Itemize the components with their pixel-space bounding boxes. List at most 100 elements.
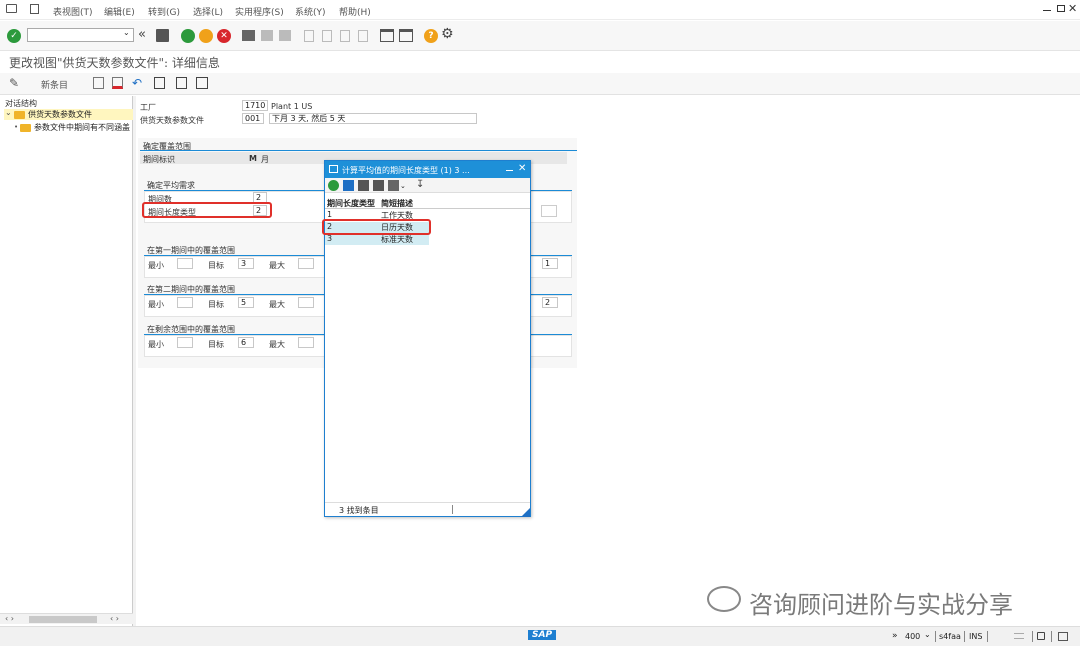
rest-target-field[interactable]: 6 [238,337,254,348]
first-target-field[interactable]: 3 [238,258,254,269]
status-divider [1051,631,1052,642]
wechat-logo-icon [707,586,741,612]
menu-goto[interactable]: 转到(G) [148,5,180,18]
second-min-field[interactable] [177,297,193,308]
create-session-icon[interactable] [380,29,394,42]
select-all-icon[interactable] [196,77,208,89]
plant-field[interactable]: 1710 [242,100,268,111]
rest-min-field[interactable] [177,337,193,348]
profile-description-field[interactable]: 下月 3 天, 然后 5 天 [269,113,477,124]
exit-icon[interactable] [199,29,213,43]
period-id-value[interactable]: M [249,154,257,163]
delete-icon[interactable] [112,77,123,89]
dialog-toolbar: ⌄ ↧ [325,178,530,193]
enter-check-icon[interactable]: ✓ [7,29,21,43]
entries-found-count: 3 找到条目 [339,506,379,515]
dialog-close-icon[interactable]: ✕ [518,163,526,174]
back-icon[interactable] [181,29,195,43]
value-help-dialog: 计算平均值的期间长度类型 (1) 3 ... ✕ ⌄ ↧ 期间长度类型 简短描述… [322,160,531,517]
tree-expand-icon[interactable]: ⌄ [5,108,12,117]
first-right-field[interactable]: 1 [542,258,558,269]
highlight-box-period-length-type [142,202,272,218]
previous-entry-icon[interactable] [154,77,165,89]
layout-icon[interactable] [1058,632,1068,641]
cancel-icon[interactable]: ✕ [217,29,231,43]
last-page-icon[interactable] [358,30,368,42]
settings-gear-icon[interactable]: ⚙ [441,26,454,42]
resize-handle-icon[interactable] [521,508,530,517]
insert-mode[interactable]: INS [969,632,982,641]
command-dropdown-icon[interactable]: ⌄ [123,28,130,37]
restore-icon[interactable] [1057,5,1065,12]
previous-page-icon[interactable] [322,30,332,42]
scroll-left-icon[interactable]: ‹ › [5,614,14,623]
rest-target-label: 目标 [208,340,224,349]
menu-utilities[interactable]: 实用程序(S) [235,5,284,18]
new-entries-button[interactable]: 新条目 [41,78,68,91]
profile-field[interactable]: 001 [242,113,264,124]
menu-selection[interactable]: 选择(L) [193,5,223,18]
dialog-print-icon[interactable] [388,180,399,191]
left-scrollbar[interactable]: ‹ › ‹ › [0,613,133,624]
second-target-field[interactable]: 5 [238,297,254,308]
dialog-find-next-icon[interactable] [373,180,384,191]
first-min-label: 最小 [148,261,164,270]
dialog-minimize-icon[interactable] [506,170,513,171]
menu-icon[interactable] [6,4,17,13]
next-page-icon[interactable] [340,30,350,42]
dialog-confirm-icon[interactable] [328,180,339,191]
find-icon[interactable] [261,30,273,41]
column-header-short-desc[interactable]: 简短描述 [381,198,413,209]
row-key: 3 [327,234,333,243]
rest-max-field[interactable] [298,337,314,348]
first-page-icon[interactable] [304,30,314,42]
tree-item-selected[interactable]: ⌄ 供货天数参数文件 [4,108,133,120]
first-min-field[interactable] [177,258,193,269]
dialog-title-bar[interactable]: 计算平均值的期间长度类型 (1) 3 ... ✕ [325,161,530,178]
lock-icon[interactable] [1037,632,1045,640]
menu-table-view[interactable]: 表视图(T) [53,5,93,18]
menu-list-icon[interactable] [30,4,39,14]
standard-toolbar: ✓ ⌄ « ✕ ? ⚙ [0,21,1080,51]
footer-divider [452,505,453,514]
tree-item-label: 供货天数参数文件 [28,110,92,119]
status-divider [964,631,965,642]
client-dropdown-icon[interactable]: ⌄ [924,630,931,639]
highlight-box-calendar-days [322,219,431,235]
close-icon[interactable]: ✕ [1068,2,1077,15]
row-key: 1 [327,210,333,219]
print-icon[interactable] [242,30,255,41]
menu-edit[interactable]: 编辑(E) [104,5,135,18]
first-max-field[interactable] [298,258,314,269]
command-field[interactable] [27,28,134,42]
next-entry-icon[interactable] [176,77,187,89]
expand-icon[interactable]: « [138,27,146,42]
dialog-cancel-icon[interactable] [343,180,354,191]
dialog-find-icon[interactable] [358,180,369,191]
dialog-print-dropdown-icon[interactable]: ⌄ [400,182,406,190]
help-icon[interactable]: ? [424,29,438,43]
save-icon[interactable] [156,29,169,42]
f4-help-field[interactable] [541,205,557,217]
table-row[interactable]: 3 标准天数 [325,234,429,245]
menu-help[interactable]: 帮助(H) [339,5,371,18]
find-next-icon[interactable] [279,30,291,41]
minimize-icon[interactable] [1043,10,1051,11]
tree-item[interactable]: • 参数文件中期间有不同涵盖 [14,122,133,133]
scroll-thumb[interactable] [29,616,97,623]
display-change-icon[interactable]: ✎ [9,76,19,90]
first-max-label: 最大 [269,261,285,270]
undo-icon[interactable]: ↶ [132,76,142,90]
plant-label: 工厂 [140,103,156,112]
plant-name: Plant 1 US [271,102,313,111]
column-header-period-length-type[interactable]: 期间长度类型 [327,198,375,209]
status-expand-icon[interactable]: » [892,631,898,641]
dialog-menu-icon[interactable] [329,165,338,173]
second-max-field[interactable] [298,297,314,308]
menu-system[interactable]: 系统(Y) [295,5,326,18]
scroll-right-icon[interactable]: ‹ › [110,614,119,623]
dialog-sort-icon[interactable]: ↧ [416,179,424,190]
shortcut-icon[interactable] [399,29,413,42]
copy-as-icon[interactable] [93,77,104,89]
second-right-field[interactable]: 2 [542,297,558,308]
